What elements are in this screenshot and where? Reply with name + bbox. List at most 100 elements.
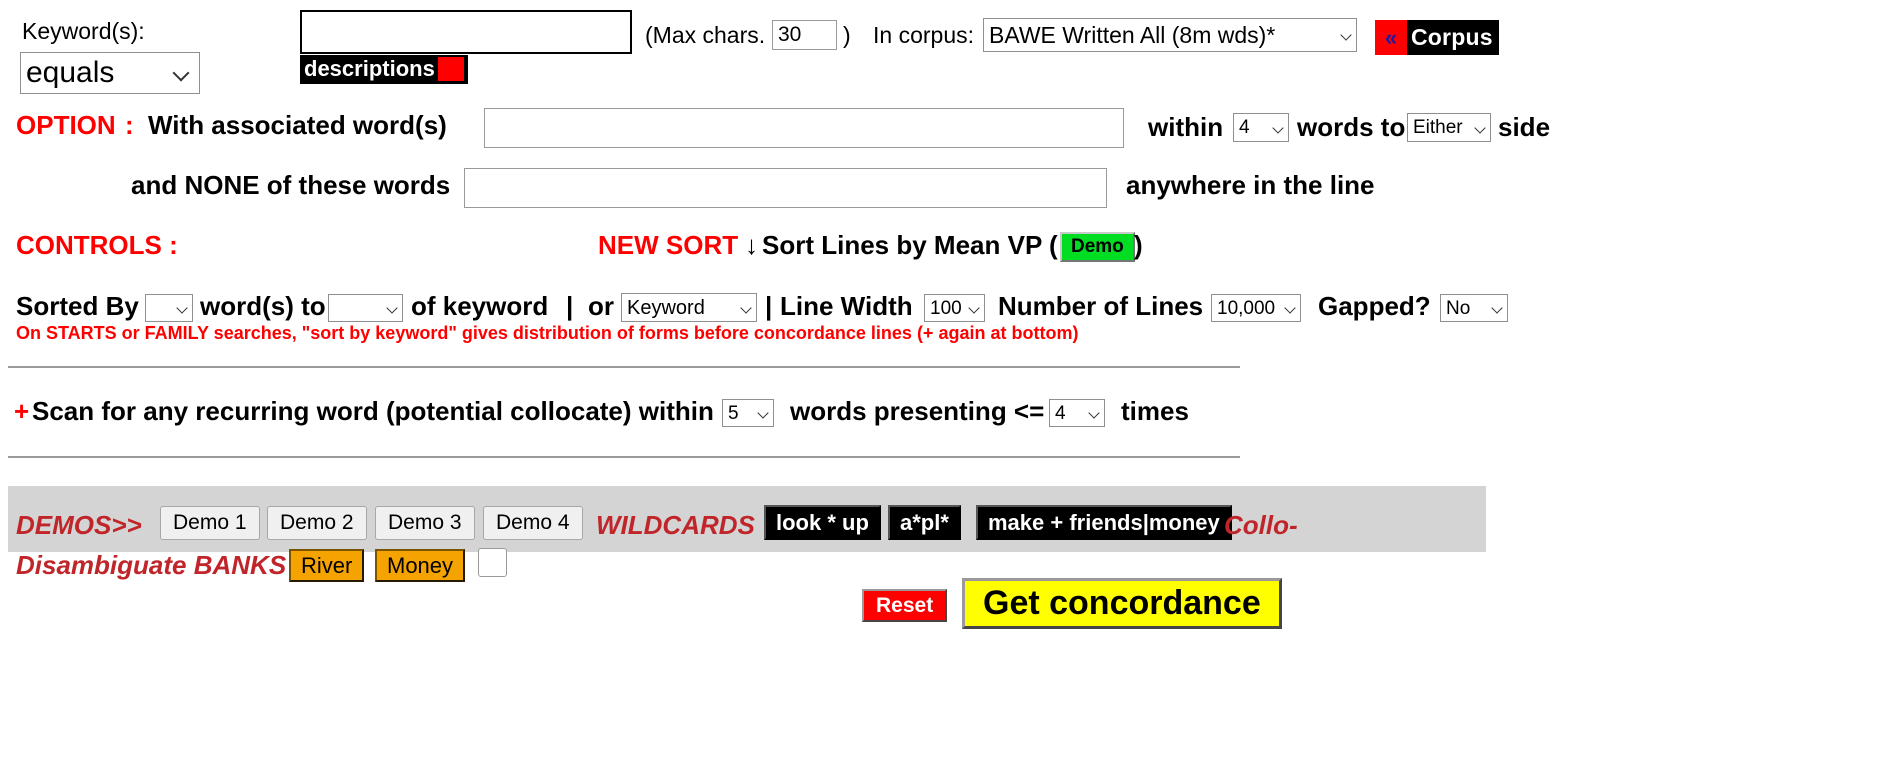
none-words-input[interactable] xyxy=(464,168,1107,208)
max-chars-input[interactable] xyxy=(772,20,837,50)
gapped-value: No xyxy=(1446,297,1471,319)
double-chevron-left-icon: « xyxy=(1375,20,1407,55)
side-select[interactable]: Either xyxy=(1407,113,1491,142)
disambiguate-row: Disambiguate BANKS River Money xyxy=(0,548,1888,590)
scan-within-select[interactable]: 5 xyxy=(722,399,774,427)
option-row: OPTION : With associated word(s) within … xyxy=(0,108,1888,156)
line-width-label: Line Width xyxy=(780,291,913,321)
words-to-label: words to xyxy=(1297,112,1406,142)
sort-key-select[interactable]: Keyword xyxy=(621,293,757,322)
side-label: side xyxy=(1498,112,1551,142)
wildcard-make-friends-money-button[interactable]: make + friends|money xyxy=(976,505,1232,540)
keyword-input[interactable] xyxy=(300,10,632,54)
chevron-down-icon xyxy=(1090,408,1099,417)
corpus-button-label: Corpus xyxy=(1411,24,1493,50)
keyword-operator-value: equals xyxy=(26,56,115,89)
chevron-down-icon xyxy=(1286,303,1295,312)
chevron-down-icon xyxy=(175,66,189,80)
demo-1-button[interactable]: Demo 1 xyxy=(160,506,260,540)
reset-button[interactable]: Reset xyxy=(862,589,948,623)
corpus-button[interactable]: « Corpus xyxy=(1375,20,1499,55)
scan-times-value: 4 xyxy=(1055,402,1066,424)
demo-2-button[interactable]: Demo 2 xyxy=(267,506,367,540)
sorted-by-direction-select[interactable] xyxy=(328,294,403,322)
disambiguate-money-button[interactable]: Money xyxy=(375,549,466,582)
within-words-select[interactable]: 4 xyxy=(1233,113,1289,142)
sorted-by-label: Sorted By xyxy=(16,291,139,321)
anywhere-in-line-label: anywhere in the line xyxy=(1126,170,1375,200)
scan-within-value: 5 xyxy=(728,402,739,424)
max-chars-close-paren: ) xyxy=(843,22,851,48)
corpus-select[interactable]: BAWE Written All (8m wds)* xyxy=(983,18,1357,52)
chevron-down-icon xyxy=(970,303,979,312)
words-to-label-2: word(s) to xyxy=(200,291,326,321)
scan-plus-icon[interactable]: + xyxy=(14,396,29,427)
sort-key-value: Keyword xyxy=(627,296,705,319)
or-label: or xyxy=(588,291,614,321)
chevron-down-icon xyxy=(759,408,768,417)
chevron-down-icon xyxy=(742,303,751,312)
sort-lines-close-paren: ) xyxy=(1134,230,1143,260)
keyword-label: Keyword(s): xyxy=(22,18,145,44)
down-arrow-icon: ↓ xyxy=(745,230,758,260)
gapped-select[interactable]: No xyxy=(1440,294,1508,322)
none-words-row: and NONE of these words anywhere in the … xyxy=(0,168,1888,216)
demo-3-button[interactable]: Demo 3 xyxy=(375,506,475,540)
demos-label: DEMOS>> xyxy=(16,510,142,540)
corpus-select-value: BAWE Written All (8m wds)* xyxy=(989,21,1276,48)
wildcards-label: WILDCARDS xyxy=(596,510,755,540)
controls-tag: CONTROLS : xyxy=(16,230,178,260)
separator-pipe-1: | xyxy=(566,291,574,321)
mean-vp-demo-button[interactable]: Demo xyxy=(1060,232,1135,262)
sort-lines-label: Sort Lines by Mean VP ( xyxy=(762,230,1058,260)
disambiguate-river-button[interactable]: River xyxy=(289,549,365,582)
descriptions-tag-label: descriptions xyxy=(304,56,435,81)
sort-note-text: On STARTS or FAMILY searches, "sort by k… xyxy=(16,323,1079,343)
scan-presenting-label: words presenting <= xyxy=(790,396,1045,426)
side-select-value: Either xyxy=(1413,117,1463,138)
keyword-operator-select[interactable]: equals xyxy=(20,52,200,94)
keyword-row: Keyword(s): equals descriptions (Max cha… xyxy=(0,0,1888,100)
number-of-lines-label: Number of Lines xyxy=(998,291,1204,321)
divider-2 xyxy=(8,456,1240,458)
red-square-icon xyxy=(437,57,464,81)
demos-panel: DEMOS>> Demo 1 Demo 2 Demo 3 Demo 4 WILD… xyxy=(8,486,1486,552)
wildcard-look-up-button[interactable]: look * up xyxy=(764,505,881,540)
wildcard-apl-button[interactable]: a*pl* xyxy=(888,505,961,540)
demo-4-button[interactable]: Demo 4 xyxy=(483,506,583,540)
scan-times-select[interactable]: 4 xyxy=(1049,399,1105,427)
associated-words-input[interactable] xyxy=(484,108,1124,148)
option-tag: OPTION xyxy=(16,110,116,140)
scan-label: Scan for any recurring word (potential c… xyxy=(32,396,714,426)
disambiguate-checkbox[interactable] xyxy=(478,548,507,577)
within-label: within xyxy=(1148,112,1224,142)
divider-1 xyxy=(8,366,1240,368)
chevron-down-icon xyxy=(1476,123,1485,132)
corpus-label: In corpus: xyxy=(873,22,974,48)
controls-row: CONTROLS : NEW SORT ↓ Sort Lines by Mean… xyxy=(0,228,1888,276)
chevron-down-icon xyxy=(1493,303,1502,312)
get-concordance-button[interactable]: Get concordance xyxy=(962,578,1282,630)
within-words-value: 4 xyxy=(1239,117,1250,138)
new-sort-tag: NEW SORT xyxy=(598,230,739,260)
of-keyword-label: of keyword xyxy=(411,291,549,321)
disambiguate-label: Disambiguate BANKS xyxy=(16,550,287,580)
number-of-lines-value: 10,000 xyxy=(1217,297,1276,319)
line-width-value: 100 xyxy=(930,297,962,319)
chevron-down-icon xyxy=(178,303,187,312)
chevron-down-icon xyxy=(1274,123,1283,132)
number-of-lines-select[interactable]: 10,000 xyxy=(1211,294,1301,322)
descriptions-tag[interactable]: descriptions xyxy=(300,55,468,84)
max-chars-label: (Max chars. xyxy=(645,22,766,48)
concordance-search-form: Keyword(s): equals descriptions (Max cha… xyxy=(0,0,1888,772)
chevron-down-icon xyxy=(1342,30,1351,39)
sorted-by-count-select[interactable] xyxy=(145,294,193,322)
associated-words-label: With associated word(s) xyxy=(148,110,447,140)
scan-row: + Scan for any recurring word (potential… xyxy=(0,396,1888,436)
option-colon: : xyxy=(125,110,134,140)
collo-label: Collo- xyxy=(1224,510,1298,540)
gapped-label: Gapped? xyxy=(1318,291,1431,321)
separator-pipe-2: | xyxy=(765,291,773,321)
none-words-label: and NONE of these words xyxy=(131,170,451,200)
line-width-select[interactable]: 100 xyxy=(924,294,985,322)
